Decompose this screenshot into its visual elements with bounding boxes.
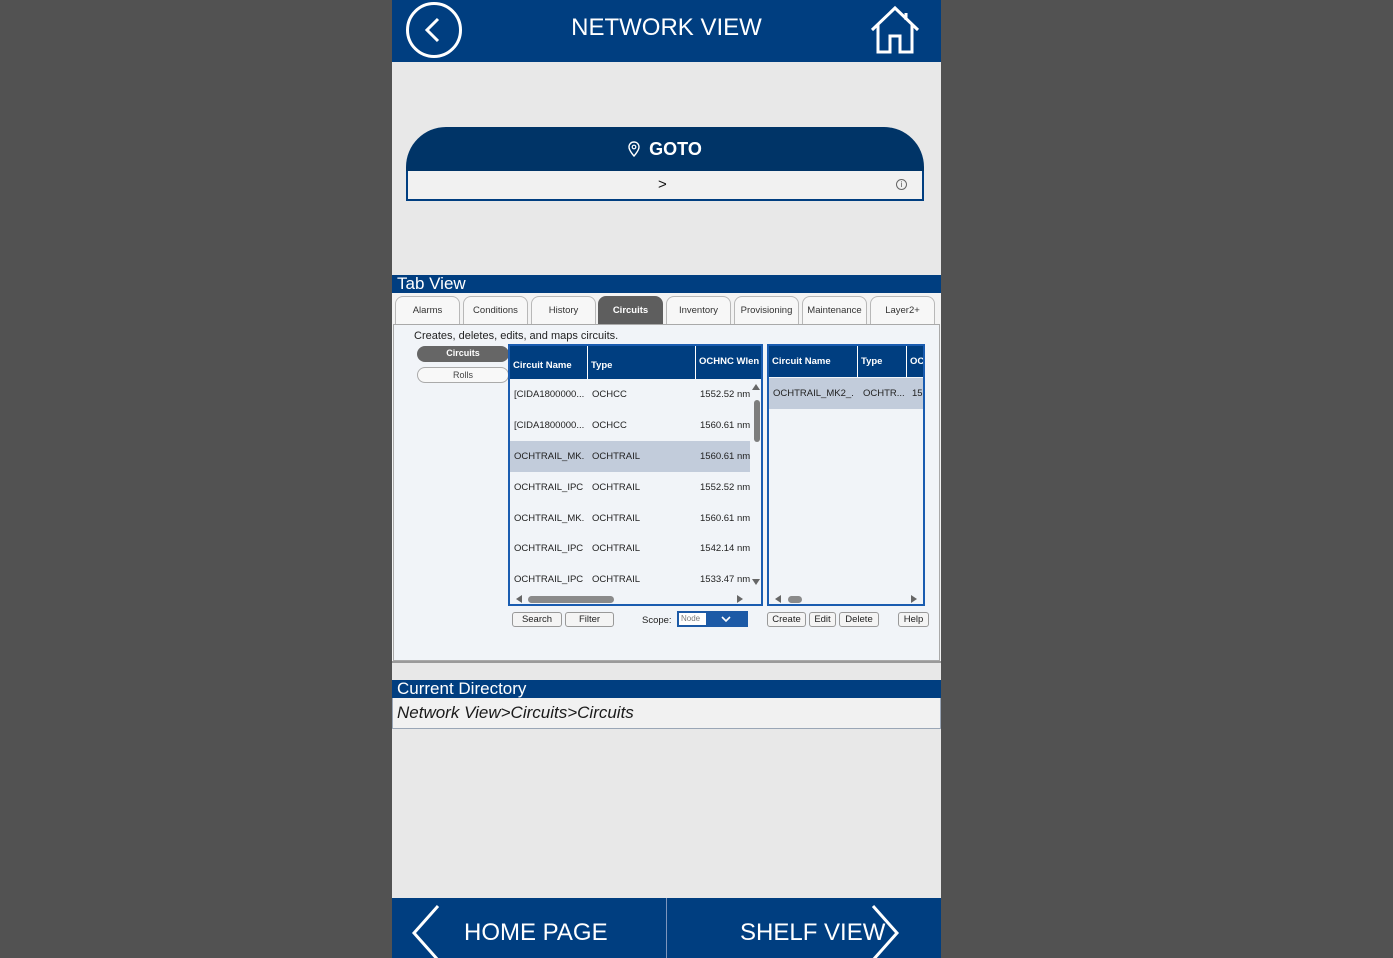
scope-value: Node (679, 613, 706, 625)
subtab-circuits[interactable]: Circuits (417, 346, 509, 362)
scope-select[interactable]: Node (677, 611, 748, 627)
cell-wavelength: 1560.61 nm (700, 420, 751, 431)
home-page-button[interactable]: HOME PAGE (392, 898, 666, 958)
scroll-left-arrow-icon[interactable] (775, 595, 781, 603)
goto-arrow: > (658, 176, 667, 193)
cell-circuit-name: OCHTRAIL_MK2_... (773, 388, 853, 399)
circuits-table: Circuit Name Type OCHNC Wlen [CIDA180000… (508, 344, 763, 606)
cell-circuit-name: OCHTRAIL_MK... (514, 513, 584, 524)
tab-panel: Alarms Conditions History Circuits Inven… (392, 293, 941, 663)
tab-description: Creates, deletes, edits, and maps circui… (414, 330, 619, 342)
filter-button[interactable]: Filter (565, 612, 614, 627)
bottom-nav: HOME PAGE SHELF VIEW (392, 898, 941, 958)
table-row[interactable]: OCHTRAIL_IPC... OCHTRAIL 1542.14 nm (510, 533, 750, 564)
horizontal-scrollbar[interactable] (788, 596, 802, 603)
tab-inventory[interactable]: Inventory (666, 296, 731, 325)
cell-wavelength: 1552.52 nm (700, 482, 751, 493)
cell-type: OCHTRAIL (592, 482, 641, 493)
table-row-selected[interactable]: OCHTRAIL_MK... OCHTRAIL 1560.61 nm (510, 441, 750, 472)
tab-strip: Alarms Conditions History Circuits Inven… (395, 296, 940, 325)
cell-circuit-name: OCHTRAIL_IPC... (514, 574, 584, 585)
edit-button[interactable]: Edit (809, 612, 836, 627)
cell-type: OCHCC (592, 389, 627, 400)
table-row[interactable]: [CIDA1800000... OCHCC 1560.61 nm (510, 410, 750, 441)
column-header-type[interactable]: Type (588, 346, 696, 379)
column-header-type[interactable]: Type (858, 346, 907, 377)
tab-provisioning[interactable]: Provisioning (734, 296, 799, 325)
cell-circuit-name: OCHTRAIL_IPC... (514, 482, 584, 493)
header-bar: NETWORK VIEW (392, 0, 941, 62)
chevron-left-icon (411, 905, 440, 958)
cell-wavelength: 1560.61 nm (700, 451, 751, 462)
cell-type: OCHTRAIL (592, 451, 641, 462)
home-page-label: HOME PAGE (464, 919, 608, 946)
cell-wavelength: 1542.14 nm (700, 543, 751, 554)
cell-wavelength: 1560.61 nm (700, 513, 751, 524)
scroll-down-arrow-icon[interactable] (752, 579, 760, 585)
cell-circuit-name: OCHTRAIL_MK... (514, 451, 584, 462)
page-title: NETWORK VIEW (571, 14, 762, 41)
search-button[interactable]: Search (512, 612, 562, 627)
current-directory-path: Network View>Circuits>Circuits (397, 703, 634, 722)
scroll-right-arrow-icon[interactable] (737, 595, 743, 603)
chevron-down-icon (721, 616, 731, 623)
shelf-view-label: SHELF VIEW (740, 919, 886, 946)
goto-field[interactable]: > i (406, 171, 924, 201)
table-row[interactable]: OCHTRAIL_IPC... OCHTRAIL 1552.52 nm (510, 472, 750, 503)
cell-circuit-name: OCHTRAIL_IPC... (514, 543, 584, 554)
tab-layer2[interactable]: Layer2+ (870, 296, 935, 325)
map-pin-icon (628, 141, 640, 158)
info-icon[interactable]: i (896, 179, 907, 190)
cell-type: OCHTRAIL (592, 574, 641, 585)
help-button[interactable]: Help (898, 612, 929, 627)
cell-oc: 15( (912, 388, 923, 399)
table-row[interactable]: OCHTRAIL_MK... OCHTRAIL 1560.61 nm (510, 503, 750, 534)
tab-conditions[interactable]: Conditions (463, 296, 528, 325)
cell-wavelength: 1552.52 nm (700, 389, 751, 400)
tab-maintenance[interactable]: Maintenance (802, 296, 867, 325)
column-header-circuit-name[interactable]: Circuit Name (510, 346, 588, 379)
cell-circuit-name: [CIDA1800000... (514, 420, 584, 431)
app-frame: NETWORK VIEW GOTO > i Tab View Alarms Co… (392, 0, 941, 958)
tab-circuits[interactable]: Circuits (598, 296, 663, 325)
tab-alarms[interactable]: Alarms (395, 296, 460, 325)
mapped-circuits-table: Circuit Name Type OC OCHTRAIL_MK2_... OC… (767, 344, 925, 606)
subtab-rolls[interactable]: Rolls (417, 367, 509, 383)
tab-content: Creates, deletes, edits, and maps circui… (393, 324, 940, 661)
table-row[interactable]: OCHTRAIL_IPC... OCHTRAIL 1533.47 nm (510, 564, 750, 595)
horizontal-scrollbar[interactable] (528, 596, 614, 603)
cell-circuit-name: [CIDA1800000... (514, 389, 584, 400)
table-row-selected[interactable]: OCHTRAIL_MK2_... OCHTR... 15( (769, 378, 923, 409)
current-directory-box: Network View>Circuits>Circuits (392, 698, 941, 729)
delete-button[interactable]: Delete (839, 612, 879, 627)
home-button[interactable] (868, 4, 922, 56)
goto-card: GOTO > i (406, 127, 924, 201)
vertical-scrollbar[interactable] (754, 400, 760, 442)
chevron-right-icon (871, 905, 900, 958)
column-header-circuit-name[interactable]: Circuit Name (769, 346, 858, 377)
goto-title: GOTO (649, 139, 702, 159)
table-header: Circuit Name Type OC (769, 346, 923, 377)
create-button[interactable]: Create (767, 612, 806, 627)
cell-type: OCHTR... (863, 388, 905, 399)
cell-type: OCHCC (592, 420, 627, 431)
scope-label: Scope: (642, 615, 672, 626)
home-icon (870, 5, 920, 54)
cell-wavelength: 1533.47 nm (700, 574, 751, 585)
scroll-left-arrow-icon[interactable] (516, 595, 522, 603)
column-header-ochnc-wlen[interactable]: OCHNC Wlen (696, 346, 761, 379)
current-directory-title: Current Directory (392, 680, 941, 698)
table-header: Circuit Name Type OCHNC Wlen (510, 346, 761, 379)
tab-history[interactable]: History (531, 296, 596, 325)
cell-type: OCHTRAIL (592, 513, 641, 524)
column-header-oc[interactable]: OC (907, 346, 923, 377)
table-row[interactable]: [CIDA1800000... OCHCC 1552.52 nm (510, 379, 750, 410)
scroll-right-arrow-icon[interactable] (911, 595, 917, 603)
tab-view-title: Tab View (392, 275, 941, 293)
scroll-up-arrow-icon[interactable] (752, 384, 760, 390)
goto-header: GOTO (406, 127, 924, 172)
cell-type: OCHTRAIL (592, 543, 641, 554)
shelf-view-button[interactable]: SHELF VIEW (667, 898, 941, 958)
